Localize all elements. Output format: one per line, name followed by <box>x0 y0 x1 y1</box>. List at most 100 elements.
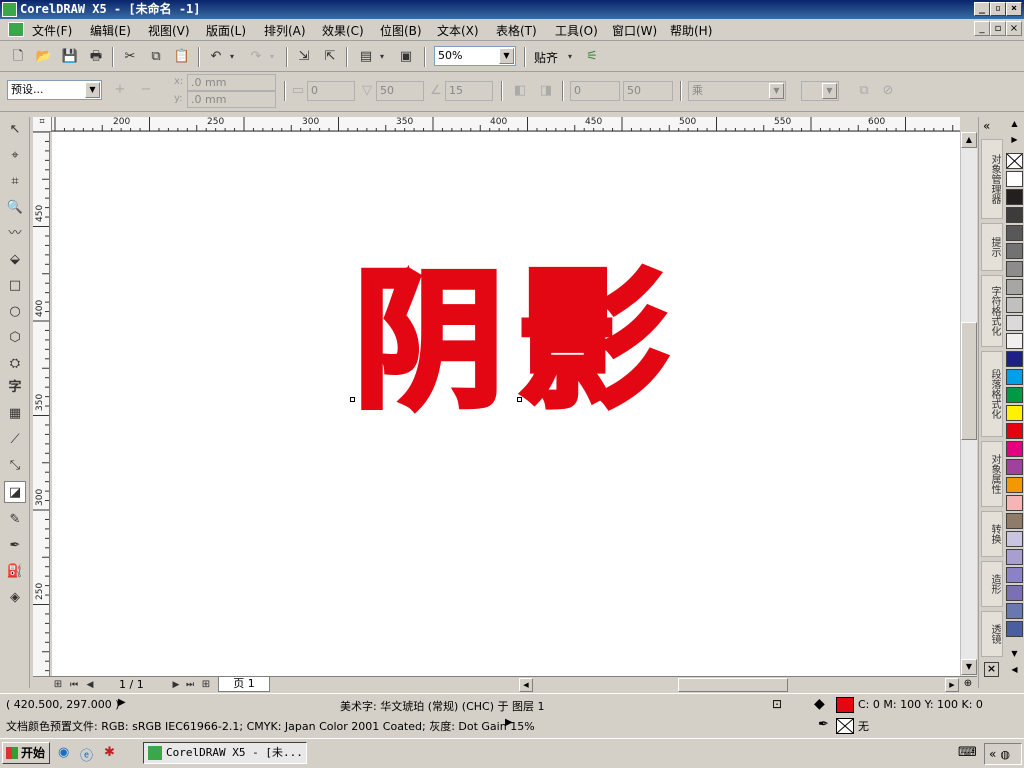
palette-swatch[interactable] <box>1006 315 1023 331</box>
palette-swatch[interactable] <box>1006 261 1023 277</box>
palette-swatch[interactable] <box>1006 351 1023 367</box>
menu-edit[interactable]: 编辑(E) <box>90 22 131 39</box>
palette-swatch[interactable] <box>1006 387 1023 403</box>
palette-swatch[interactable] <box>1006 531 1023 547</box>
open-icon[interactable]: 📂 <box>34 47 54 67</box>
palette-swatch[interactable] <box>1006 225 1023 241</box>
shape-tool-icon[interactable]: ⌖ <box>4 145 26 167</box>
palette-scroll-down-icon[interactable]: ▼ <box>1006 649 1023 663</box>
menu-view[interactable]: 视图(V) <box>148 22 190 39</box>
application-launcher-icon[interactable]: ▤ <box>356 47 376 67</box>
navigator-icon[interactable]: ⊕ <box>961 678 975 692</box>
welcome-screen-icon[interactable]: ▣ <box>396 47 416 67</box>
new-document-icon[interactable]: 🗋 <box>8 47 28 67</box>
add-page-after-icon[interactable]: ⊞ <box>199 675 213 695</box>
preset-select[interactable]: 预设... ▼ <box>7 80 102 100</box>
smart-fill-tool-icon[interactable]: ⬙ <box>4 249 26 271</box>
scroll-down-button[interactable]: ▼ <box>961 659 977 675</box>
outline-none-swatch[interactable] <box>836 718 854 734</box>
rectangle-tool-icon[interactable]: □ <box>4 275 26 297</box>
palette-swatch[interactable] <box>1006 243 1023 259</box>
palette-swatch[interactable] <box>1006 621 1023 637</box>
color-profile-info[interactable]: 文档颜色预置文件: RGB: sRGB IEC61966-2.1; CMYK: … <box>6 718 535 734</box>
freehand-tool-icon[interactable]: 〰 <box>4 223 26 245</box>
palette-swatch[interactable] <box>1006 477 1023 493</box>
close-button[interactable]: × <box>1006 2 1022 16</box>
ie-icon[interactable]: ⓔ <box>80 745 93 764</box>
palette-swatch[interactable] <box>1006 441 1023 457</box>
polygon-tool-icon[interactable]: ⬡ <box>4 327 26 349</box>
collapse-dockers-icon[interactable]: « <box>983 119 990 133</box>
eyedropper-tool-icon[interactable]: ✎ <box>4 509 26 531</box>
docker-tab-hints[interactable]: 提示 <box>981 223 1003 271</box>
doc-close-button[interactable]: × <box>1006 21 1022 36</box>
vertical-ruler[interactable]: 450 400 350 300 250 <box>33 132 50 676</box>
save-icon[interactable]: 💾 <box>60 47 80 67</box>
start-button[interactable]: 开始 <box>2 742 50 764</box>
last-page-icon[interactable]: ⏭ <box>183 675 197 695</box>
scroll-up-button[interactable]: ▲ <box>961 132 977 148</box>
docker-tab-shaping[interactable]: 造形 <box>981 561 1003 607</box>
doc-minimize-button[interactable]: _ <box>974 21 990 36</box>
docker-tab-object-properties[interactable]: 对象属性 <box>981 441 1003 507</box>
browser-icon[interactable]: ◉ <box>58 745 69 760</box>
palette-swatch[interactable] <box>1006 405 1023 421</box>
doc-restore-button[interactable]: ▫ <box>990 21 1006 36</box>
menu-help[interactable]: 帮助(H) <box>670 22 712 39</box>
palette-swatch[interactable] <box>1006 459 1023 475</box>
table-tool-icon[interactable]: ▦ <box>4 403 26 425</box>
docker-tab-object-manager[interactable]: 对象管理器 <box>981 139 1003 219</box>
menu-bitmaps[interactable]: 位图(B) <box>380 22 422 39</box>
print-icon[interactable]: 🖶 <box>86 47 106 67</box>
close-docker-icon[interactable]: × <box>984 662 999 677</box>
import-icon[interactable]: ⇲ <box>294 47 314 67</box>
palette-swatch[interactable] <box>1006 297 1023 313</box>
no-color-swatch[interactable] <box>1006 153 1023 169</box>
first-page-icon[interactable]: ⏮ <box>67 675 81 695</box>
docker-tab-character-formatting[interactable]: 字符格式化 <box>981 275 1003 347</box>
profile-expand-icon[interactable]: ▶ <box>505 717 513 728</box>
palette-swatch[interactable] <box>1006 279 1023 295</box>
palette-swatch[interactable] <box>1006 333 1023 349</box>
maximize-button[interactable]: ▫ <box>990 2 1006 16</box>
horizontal-ruler[interactable]: 200 250 300 350 400 450 500 550 600 <box>52 117 960 132</box>
palette-swatch[interactable] <box>1006 189 1023 205</box>
vertical-scroll-thumb[interactable] <box>961 322 977 440</box>
docker-tab-transformations[interactable]: 转换 <box>981 511 1003 557</box>
palette-scroll-up-icon[interactable]: ▲ <box>1006 119 1023 133</box>
outline-pen-tool-icon[interactable]: ✒ <box>4 535 26 557</box>
color-proof-icon[interactable]: ⊡ <box>772 697 782 711</box>
snap-dropdown-icon[interactable]: ▾ <box>564 47 576 67</box>
options-icon[interactable]: ⚟ <box>582 47 602 67</box>
fill-tool-icon[interactable]: ⛽ <box>4 561 26 583</box>
selection-handle[interactable] <box>517 397 522 402</box>
ruler-origin-icon[interactable]: ⌗ <box>33 117 52 132</box>
tab-page-1[interactable]: 页 1 <box>218 677 270 692</box>
fill-color-swatch[interactable] <box>836 697 854 713</box>
palette-expand-icon[interactable]: ◀ <box>1006 665 1023 679</box>
minimize-button[interactable]: _ <box>974 2 990 16</box>
drawing-canvas[interactable]: 阴影 <box>52 132 960 676</box>
palette-swatch[interactable] <box>1006 549 1023 565</box>
snap-to-label[interactable]: 贴齐 <box>534 49 558 66</box>
palette-swatch[interactable] <box>1006 603 1023 619</box>
palette-swatch[interactable] <box>1006 171 1023 187</box>
export-icon[interactable]: ⇱ <box>320 47 340 67</box>
interactive-fill-tool-icon[interactable]: ◈ <box>4 587 26 609</box>
basic-shapes-tool-icon[interactable]: ⛭ <box>4 353 26 375</box>
palette-menu-icon[interactable]: ▶ <box>1006 135 1023 149</box>
dimension-tool-icon[interactable]: ⟋ <box>4 429 26 451</box>
menu-table[interactable]: 表格(T) <box>496 22 537 39</box>
app-shortcut-icon[interactable]: ✱ <box>104 745 115 760</box>
menu-effects[interactable]: 效果(C) <box>322 22 364 39</box>
keyboard-icon[interactable]: ⌨ <box>958 745 977 760</box>
palette-swatch[interactable] <box>1006 585 1023 601</box>
menu-arrange[interactable]: 排列(A) <box>264 22 306 39</box>
palette-swatch[interactable] <box>1006 567 1023 583</box>
expand-status-icon[interactable]: ▶ <box>118 697 126 708</box>
palette-swatch[interactable] <box>1006 513 1023 529</box>
document-icon[interactable] <box>8 22 24 37</box>
text-tool-icon[interactable]: 字 <box>4 377 26 399</box>
chevron-down-icon[interactable]: ▼ <box>499 48 514 64</box>
palette-swatch[interactable] <box>1006 423 1023 439</box>
